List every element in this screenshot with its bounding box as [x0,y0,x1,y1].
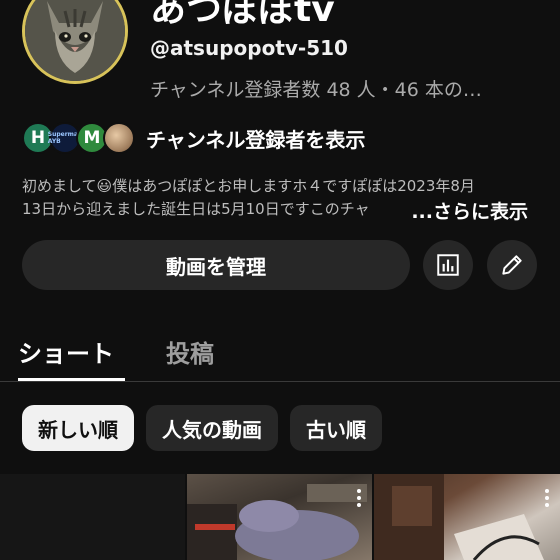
active-tab-indicator [18,378,125,381]
edit-channel-button[interactable] [487,240,537,290]
cat-photo [25,0,125,81]
description-line: 初めまして😃僕はあつぽぽとお申しますホ４ですぽぽは2023年8月 [22,177,475,195]
thumbnail-image [374,474,544,560]
channel-name: あつぽぽtv [150,0,335,30]
pencil-icon [502,255,522,275]
thumbnail-image [187,484,367,560]
tab-shorts[interactable]: ショート [18,334,114,369]
chip-oldest[interactable]: 古い順 [290,405,382,451]
channel-handle: @atsupopotv-510 [150,36,348,60]
short-thumbnail[interactable] [374,474,560,560]
more-options-icon[interactable] [544,488,550,508]
channel-meta[interactable]: チャンネル登録者数 48 人・46 本の… [150,75,482,102]
chip-newest[interactable]: 新しい順 [22,405,134,451]
show-more-link[interactable]: ...さらに表示 [385,197,528,224]
chip-popular[interactable]: 人気の動画 [146,405,278,451]
analytics-icon [437,254,459,276]
short-thumbnail[interactable] [0,474,185,560]
view-subscribers-link[interactable]: チャンネル登録者を表示 [146,124,365,153]
sort-chips: 新しい順 人気の動画 古い順 [22,405,394,451]
analytics-button[interactable] [423,240,473,290]
channel-tabs: ショート 投稿 [0,322,560,382]
subscriber-avatar [103,122,135,154]
subscribers-row[interactable]: H Superman AYB M チャンネル登録者を表示 [22,121,365,155]
short-thumbnail[interactable] [187,474,372,560]
tab-posts[interactable]: 投稿 [166,334,214,369]
shorts-grid [0,474,560,560]
channel-avatar[interactable] [22,0,128,84]
manage-videos-button[interactable]: 動画を管理 [22,240,410,290]
more-options-icon[interactable] [356,488,362,508]
